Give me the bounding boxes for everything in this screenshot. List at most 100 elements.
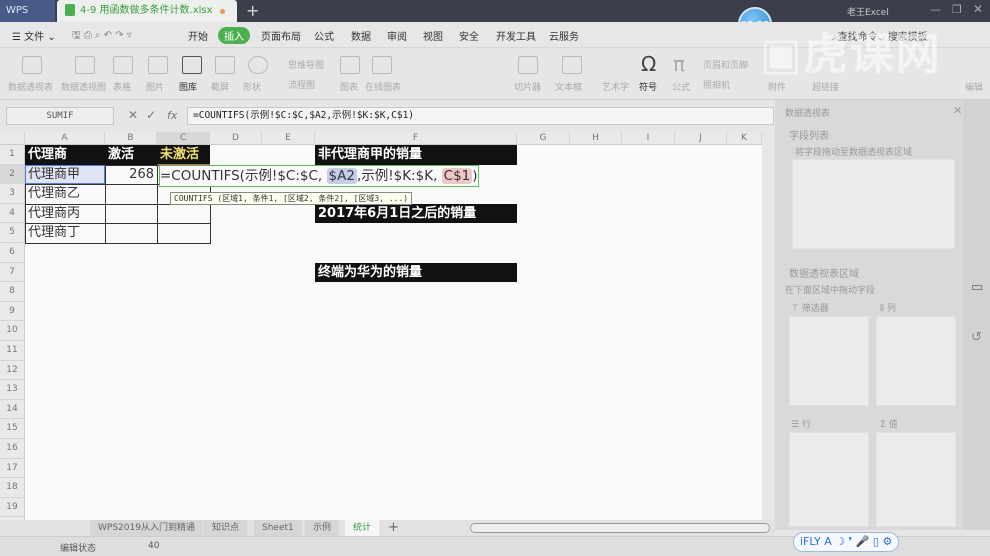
panel-close-icon[interactable]: ✕ [953,104,962,117]
cell-A1[interactable]: 代理商 [25,145,105,164]
column-header-C[interactable]: C [157,132,210,145]
name-box[interactable]: SUMIF [6,107,114,125]
select-all-corner[interactable] [0,132,25,145]
archive-icon[interactable]: ▭ [971,280,983,295]
row-header-9[interactable]: 9 [0,301,25,322]
ribbon-chart[interactable]: 图表 [340,80,358,93]
column-header-G[interactable]: G [517,132,570,145]
column-header-B[interactable]: B [105,132,157,145]
ribbon-slicer[interactable]: 切片器 [514,80,541,93]
close-button[interactable]: ✕ [973,2,983,16]
new-tab-button[interactable]: + [246,0,259,22]
row-header-13[interactable]: 13 [0,380,25,400]
cancel-icon[interactable]: ✕ [128,108,138,122]
column-header-K[interactable]: K [727,132,762,145]
row-header-14[interactable]: 14 [0,399,25,420]
history-icon[interactable]: ↺ [971,330,982,345]
column-header-A[interactable]: A [25,132,105,145]
cell-A5[interactable]: 代理商丁 [25,223,105,242]
cell-A2[interactable]: 代理商甲 [25,165,105,184]
cell-B2[interactable]: 268 [105,165,157,184]
restore-button[interactable]: ❐ [952,3,962,16]
sheet-tab[interactable]: 示例 [305,520,340,536]
ribbon-pivot-chart[interactable]: 数据透视图 [61,80,106,93]
ribbon-camera[interactable]: 照相机 [703,78,730,91]
cell-B1[interactable]: 激活 [105,145,157,164]
column-header-E[interactable]: E [262,132,315,145]
formula-input[interactable]: =COUNTIFS(示例!$C:$C,$A2,示例!$K:$K,C$1) [187,107,774,125]
ribbon-symbol[interactable]: 符号 [639,80,657,93]
cell-edit-c2[interactable]: =COUNTIFS(示例!$C:$C, $A2 ,示例!$K:$K, C$1) [159,164,479,187]
menu-start[interactable]: 开始 [188,28,208,43]
cell-A3[interactable]: 代理商乙 [25,184,105,203]
ribbon-wordart[interactable]: 艺术字 [602,80,629,93]
quick-access-toolbar[interactable]: 🖫 ⎙ ⌕ ↶ ↷ ▿ [72,28,132,45]
menu-cloud[interactable]: 云服务 [549,28,579,43]
row-header-10[interactable]: 10 [0,321,25,341]
row-header-2[interactable]: 2 [0,164,25,185]
row-header-12[interactable]: 12 [0,360,25,381]
ribbon-online-chart[interactable]: 在线图表 [365,80,401,93]
row-header-7[interactable]: 7 [0,262,25,283]
cell-A4[interactable]: 代理商丙 [25,204,105,223]
horizontal-scrollbar[interactable] [470,523,770,533]
sheet-tab[interactable]: 知识点 [204,520,248,536]
row-header-4[interactable]: 4 [0,203,25,224]
ribbon-table[interactable]: 表格 [113,80,131,93]
row-header-3[interactable]: 3 [0,184,25,204]
menu-review[interactable]: 审阅 [387,28,407,43]
sheet-tab[interactable]: WPS2019从入门到精通 [90,520,203,536]
minimize-button[interactable]: — [930,3,941,16]
menu-data[interactable]: 数据 [351,28,371,43]
ifly-input-toolbar[interactable]: iFLY A ☽ ❜ 🎤 ▯ ⚙ [793,532,900,552]
file-menu[interactable]: ☰ 文件 ⌄ [12,28,56,43]
cell-F7[interactable]: 终端为华为的销量 [315,262,517,282]
row-header-11[interactable]: 11 [0,341,25,361]
row-drop-area[interactable] [789,432,869,527]
menu-page-layout[interactable]: 页面布局 [261,28,301,43]
ribbon-equation[interactable]: 公式 [672,80,690,93]
row-header-15[interactable]: 15 [0,419,25,439]
value-drop-area[interactable] [876,432,956,527]
ribbon-textbox[interactable]: 文本框 [555,80,582,93]
cell-F1[interactable]: 非代理商甲的销量 [315,145,517,164]
ribbon-edit[interactable]: 编辑 [965,80,983,93]
add-sheet-button[interactable]: + [388,520,399,535]
pivot-area-heading[interactable]: 数据透视表区域 [789,265,859,280]
ribbon-header-footer[interactable]: 页眉和页脚 [703,58,748,71]
column-header-H[interactable]: H [570,132,622,145]
row-header-19[interactable]: 19 [0,497,25,518]
file-tab[interactable]: 4-9 用函数做多条件计数.xlsx [57,0,237,22]
ribbon-flowchart[interactable]: 流程图 [288,78,315,91]
field-list-heading[interactable]: 字段列表 [789,127,829,142]
menu-insert[interactable]: 插入 [218,27,250,44]
row-header-18[interactable]: 18 [0,478,25,498]
user-name[interactable]: 老王Excel [847,5,889,18]
ribbon-gallery[interactable]: 图库 [179,80,197,93]
row-header-8[interactable]: 8 [0,282,25,302]
sheet-tab[interactable]: Sheet1 [254,520,302,536]
column-header-J[interactable]: J [675,132,727,145]
column-header-F[interactable]: F [315,132,517,145]
row-header-16[interactable]: 16 [0,439,25,459]
ribbon-shape[interactable]: 形状 [243,80,261,93]
column-header-D[interactable]: D [210,132,262,145]
filter-drop-area[interactable] [789,316,869,406]
column-header-I[interactable]: I [622,132,675,145]
field-list-box[interactable] [792,159,955,249]
row-header-1[interactable]: 1 [0,145,25,165]
menu-developer[interactable]: 开发工具 [496,28,536,43]
menu-view[interactable]: 视图 [423,28,443,43]
menu-formulas[interactable]: 公式 [314,28,334,43]
column-drop-area[interactable] [876,316,956,406]
ribbon-pivot-table[interactable]: 数据透视表 [8,80,53,93]
wps-home-tab[interactable]: WPS [0,0,55,22]
cell-F4[interactable]: 2017年6月1日之后的销量 [315,203,517,223]
confirm-icon[interactable]: ✓ [146,108,156,122]
sheet-tab-active[interactable]: 统计 [345,520,380,536]
cell-C1[interactable]: 未激活 [157,145,210,164]
spreadsheet-grid[interactable]: A B C D E F G H I J K 1 2 3 4 5 6 7 8 9 10 11 12 13 14 15 16 17 18 19… [0,132,762,520]
row-header-5[interactable]: 5 [0,223,25,243]
ribbon-mindmap[interactable]: 思维导图 [288,58,324,71]
ribbon-screenshot[interactable]: 截屏 [211,80,229,93]
